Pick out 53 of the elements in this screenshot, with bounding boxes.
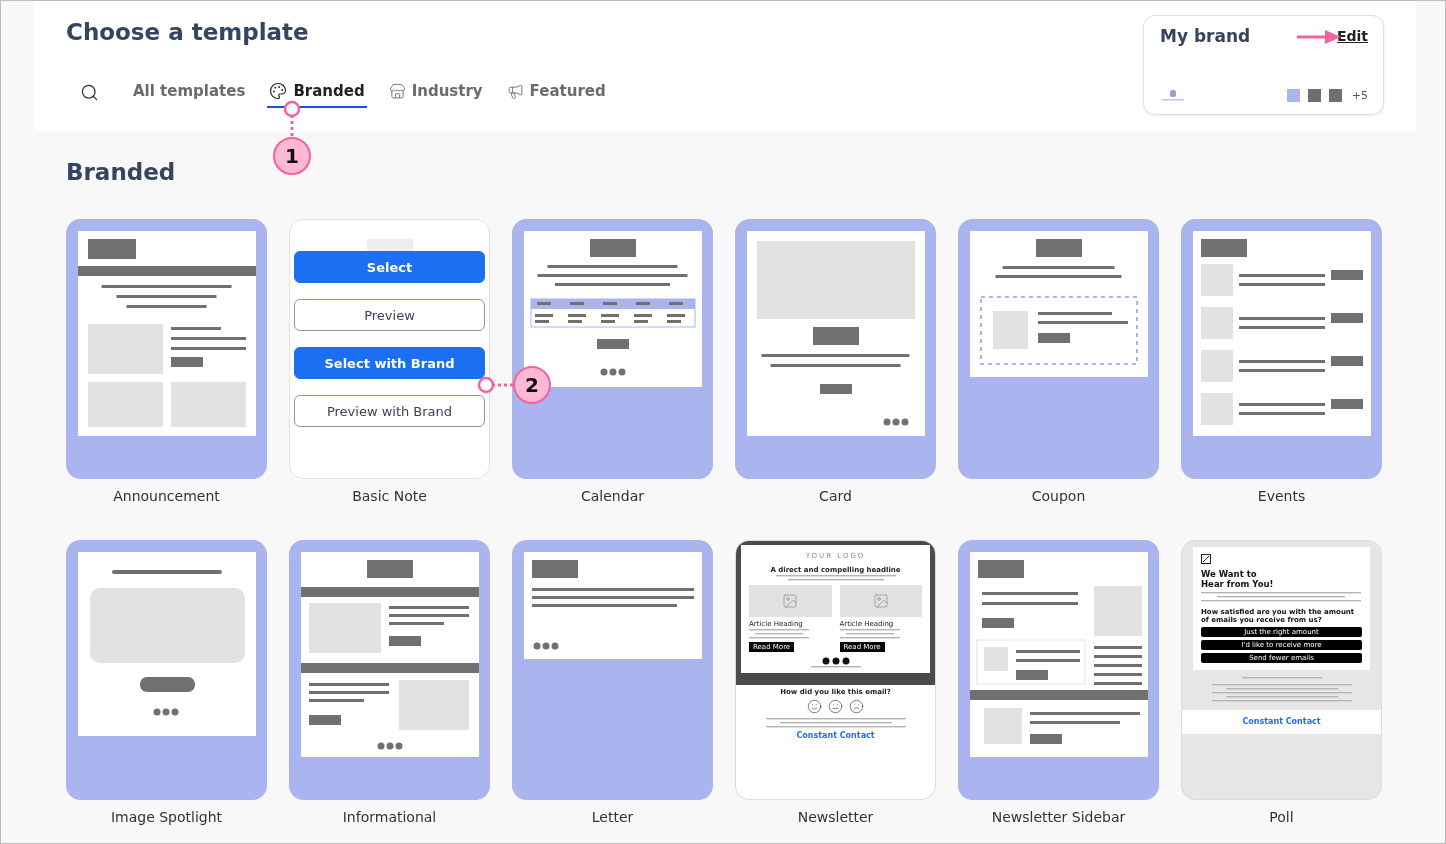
template-card[interactable]: Select Preview Select with Brand Preview with Brand [289, 219, 490, 479]
palette-icon [269, 82, 288, 100]
image-icon [782, 593, 799, 609]
megaphone-icon [506, 82, 524, 100]
template-name: Calendar [581, 488, 644, 506]
template-name: Basic Note [352, 488, 427, 506]
select-button[interactable]: Select with Brand [294, 347, 485, 379]
template-card[interactable] [958, 540, 1159, 800]
smile-icon [807, 699, 822, 714]
brand-logo: Constant Contact [1242, 717, 1321, 726]
category-tab[interactable]: All templates [131, 76, 248, 108]
category-tab[interactable]: Industry [386, 76, 485, 108]
template-card[interactable] [1181, 219, 1382, 479]
template-name: Image Spotlight [110, 809, 223, 827]
callout-number: 1 [273, 137, 311, 175]
template-name: Newsletter Sidebar [991, 809, 1126, 827]
category-tab[interactable]: Featured [504, 76, 608, 108]
callout-leader-line [477, 376, 513, 394]
template-card[interactable] [958, 219, 1159, 479]
template-name: Announcement [113, 488, 220, 506]
more-colors-count: +5 [1351, 89, 1368, 102]
brand-title: My brand [1160, 26, 1251, 46]
template-card[interactable] [512, 219, 713, 479]
neutral-face-icon [828, 699, 843, 714]
template-name: Newsletter [797, 809, 874, 827]
preview-button[interactable]: Preview [294, 299, 485, 331]
brand-logo: Constant Contact [796, 731, 875, 740]
frown-icon [849, 699, 864, 714]
template-name: Letter [591, 809, 634, 827]
text-lines-drawing [839, 628, 900, 640]
social-icons-drawing [821, 657, 850, 665]
template-name: Events [1257, 488, 1306, 506]
section-title: Branded [66, 158, 177, 187]
brand-logo-icon [1160, 89, 1186, 102]
poll-headline: We Want to Hear from You! [1201, 569, 1275, 589]
select-button[interactable]: Select [294, 251, 485, 283]
template-card[interactable] [512, 540, 713, 800]
page-title: Choose a template [66, 18, 310, 47]
text-lines-drawing [749, 628, 809, 640]
preview-button[interactable]: Preview with Brand [294, 395, 485, 427]
template-card[interactable] [735, 219, 936, 479]
template-name: Card [819, 488, 852, 506]
template-card[interactable] [289, 540, 490, 800]
search-button[interactable] [80, 82, 99, 102]
template-card[interactable] [66, 540, 267, 800]
image-icon [872, 593, 889, 609]
template-card[interactable] [66, 219, 267, 479]
text-lines-drawing [810, 665, 861, 669]
edit-link[interactable]: Edit [1336, 28, 1368, 44]
template-name: Coupon [1031, 488, 1086, 506]
template-name: Poll [1269, 809, 1294, 827]
store-icon [388, 82, 406, 100]
template-name: Informational [342, 809, 437, 827]
